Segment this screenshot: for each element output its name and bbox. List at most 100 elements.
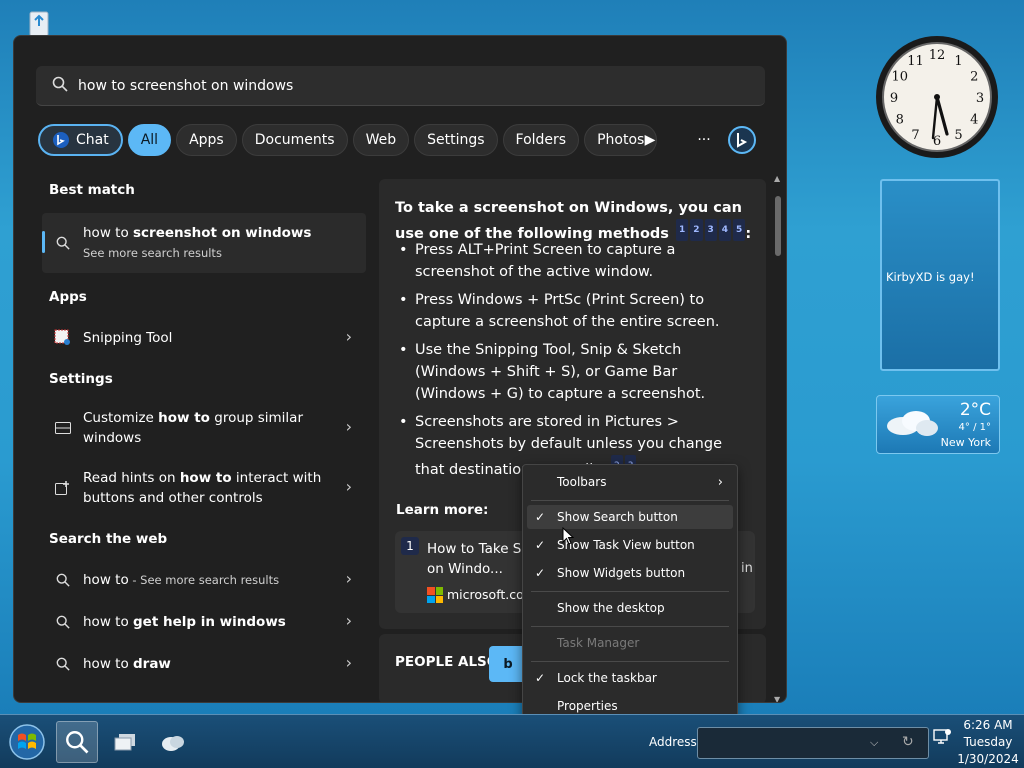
- clock-numeral: 5: [954, 128, 962, 143]
- menu-separator: [531, 661, 729, 662]
- filter-folders[interactable]: Folders: [502, 124, 580, 156]
- weather-temp: 2°C: [959, 400, 991, 420]
- mouse-cursor-icon: [562, 526, 575, 549]
- taskbar-context-menu: Toolbars › ✓ Show Search button ✓ Show T…: [522, 464, 738, 722]
- bing-chat-icon: [52, 131, 70, 149]
- chevron-right-icon: ›: [345, 569, 352, 588]
- setting-read-hints[interactable]: Read hints on how to interact with butto…: [42, 465, 366, 511]
- address-input[interactable]: ⌵ ↻: [697, 727, 929, 759]
- filter-chat[interactable]: Chat: [38, 124, 123, 156]
- web-result-get-help[interactable]: how to get help in windows ›: [42, 605, 366, 639]
- citation[interactable]: 1: [675, 219, 689, 241]
- answer-bullets: Press ALT+Print Screen to capture a scre…: [399, 239, 749, 487]
- cloud-icon: [887, 411, 938, 436]
- snipping-tool-icon: [54, 329, 72, 347]
- clock-numeral: 12: [929, 48, 946, 63]
- weather-range: 4° / 1°: [958, 422, 991, 433]
- microsoft-logo-icon: [427, 587, 443, 603]
- clock-numeral: 3: [976, 91, 984, 106]
- people-also-label: PEOPLE ALSO: [395, 654, 499, 670]
- filter-documents[interactable]: Documents: [241, 124, 348, 156]
- clock-date: 1/30/2024: [957, 752, 1019, 766]
- weather-gadget[interactable]: 2°C 4° / 1° New York: [876, 395, 1000, 454]
- search-icon: [54, 655, 72, 673]
- answer-bullet: Press Windows + PrtSc (Print Screen) to …: [399, 289, 749, 333]
- taskbar-clock[interactable]: 6:26 AM Tuesday 1/30/2024: [956, 717, 1020, 768]
- menu-separator: [531, 500, 729, 501]
- note-text[interactable]: KirbyXD is gay!: [886, 270, 975, 284]
- more-options-icon[interactable]: ···: [692, 128, 716, 152]
- check-icon: ✓: [535, 538, 546, 552]
- bing-icon[interactable]: [726, 124, 758, 156]
- filter-apps[interactable]: Apps: [176, 124, 237, 156]
- search-input[interactable]: how to screenshot on windows: [78, 78, 293, 94]
- menu-separator: [531, 591, 729, 592]
- scrollbar[interactable]: ▲ ▼: [773, 174, 783, 702]
- check-icon: ✓: [535, 566, 546, 580]
- menu-separator: [531, 626, 729, 627]
- app-snipping-tool[interactable]: Snipping Tool ›: [42, 320, 366, 356]
- learn-more-label: Learn more:: [396, 502, 489, 518]
- search-icon: [54, 234, 72, 252]
- menu-show-desktop[interactable]: Show the desktop: [527, 596, 733, 620]
- scroll-down-icon[interactable]: ▼: [774, 695, 780, 702]
- clock-numeral: 7: [911, 128, 919, 143]
- widgets-button[interactable]: [152, 721, 194, 763]
- weather-widget-icon: [162, 736, 184, 751]
- clock-numeral: 8: [896, 113, 904, 128]
- menu-show-search-button[interactable]: ✓ Show Search button: [527, 505, 733, 529]
- clock-gadget[interactable]: 12 1 2 3 4 5 6 7 8 9 10 11: [874, 34, 1000, 160]
- more-filters-play-icon[interactable]: ▶: [638, 128, 662, 152]
- network-icon[interactable]: [932, 727, 952, 747]
- answer-title: To take a screenshot on Windows, you can…: [395, 200, 752, 242]
- clock-numeral: 1: [954, 54, 962, 69]
- menu-show-task-view-button[interactable]: ✓ Show Task View button: [527, 533, 733, 557]
- filter-settings[interactable]: Settings: [414, 124, 498, 156]
- answer-bullet: Use the Snipping Tool, Snip & Sketch (Wi…: [399, 339, 749, 405]
- citation[interactable]: 4: [718, 219, 732, 241]
- chevron-down-icon[interactable]: ⌵: [870, 736, 878, 750]
- search-box[interactable]: how to screenshot on windows: [36, 66, 765, 106]
- window-icon: [54, 419, 72, 437]
- menu-lock-taskbar[interactable]: ✓ Lock the taskbar: [527, 666, 733, 690]
- chevron-right-icon: ›: [345, 477, 352, 496]
- citation[interactable]: 5: [733, 219, 746, 241]
- filter-all[interactable]: All: [127, 124, 172, 156]
- search-web-heading: Search the web: [49, 531, 168, 547]
- weather-city: New York: [940, 436, 991, 449]
- scrollbar-thumb[interactable]: [775, 196, 781, 256]
- menu-show-widgets-button[interactable]: ✓ Show Widgets button: [527, 561, 733, 585]
- web-result-draw[interactable]: how to draw ›: [42, 647, 366, 681]
- refresh-icon[interactable]: ↻: [902, 734, 914, 750]
- address-label: Address: [649, 735, 697, 749]
- best-match-item[interactable]: how to screenshot on windows See more se…: [42, 213, 366, 273]
- clock-numeral: 11: [907, 54, 924, 69]
- notes-gadget[interactable]: KirbyXD is gay!: [880, 179, 1000, 371]
- citation[interactable]: 2: [690, 219, 703, 241]
- start-button[interactable]: [6, 721, 48, 763]
- search-icon: [52, 76, 68, 96]
- search-icon: [66, 731, 89, 754]
- scroll-up-icon[interactable]: ▲: [774, 174, 780, 183]
- menu-toolbars[interactable]: Toolbars ›: [527, 470, 733, 494]
- task-view-icon: [114, 734, 135, 751]
- taskbar-search-button[interactable]: [56, 721, 98, 763]
- hints-icon: [54, 479, 72, 497]
- filter-bar: Chat All Apps Documents Web Settings Fol…: [38, 123, 662, 157]
- clock-day: Tuesday: [963, 735, 1013, 749]
- citation[interactable]: 3: [704, 219, 717, 241]
- answer-bullet: Press ALT+Print Screen to capture a scre…: [399, 239, 749, 283]
- clock-numeral: 9: [890, 91, 898, 106]
- recycle-bin-icon[interactable]: [22, 8, 56, 38]
- web-result-how-to[interactable]: how to - See more search results ›: [42, 563, 366, 597]
- apps-heading: Apps: [49, 289, 87, 305]
- filter-web[interactable]: Web: [352, 124, 410, 156]
- search-icon: [54, 571, 72, 589]
- menu-task-manager: Task Manager: [557, 636, 640, 650]
- chevron-right-icon: ›: [345, 327, 352, 346]
- task-view-button[interactable]: [104, 721, 146, 763]
- setting-group-windows[interactable]: Customize how to group similar windows ›: [42, 405, 366, 451]
- chevron-right-icon: ›: [717, 474, 723, 490]
- card-extra-text: in: [741, 561, 753, 576]
- chevron-right-icon: ›: [345, 417, 352, 436]
